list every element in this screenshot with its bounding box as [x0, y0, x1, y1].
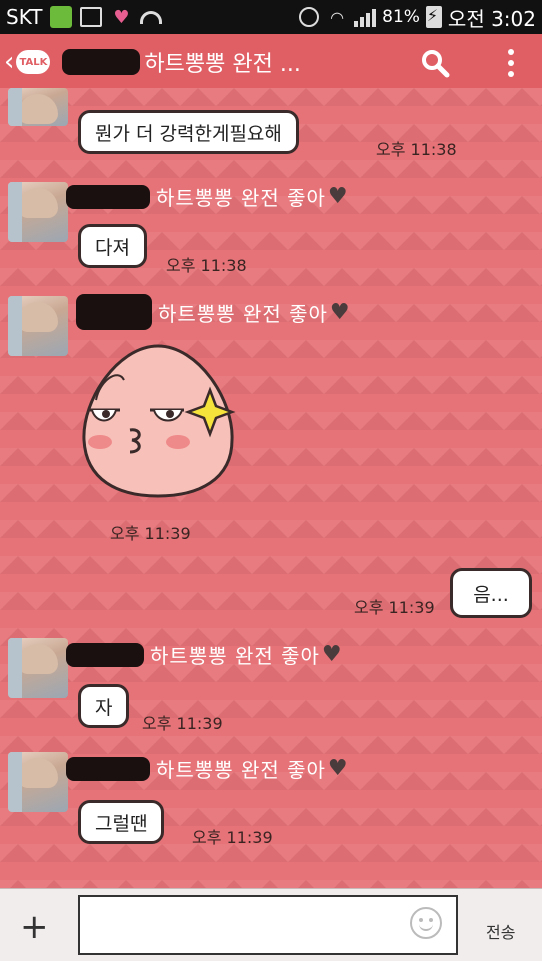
signal-icon — [354, 7, 377, 27]
redacted-name — [66, 642, 144, 667]
message-time: 오후 11:39 — [192, 828, 273, 847]
chat-header: ‹ TALK 하트뽕뽕 완전 ... — [0, 34, 542, 90]
headphone-icon — [140, 6, 163, 28]
wifi-icon: ◠ — [330, 7, 345, 27]
message-text: 자 — [95, 696, 113, 719]
notification-app-icon — [50, 6, 73, 28]
message-time: 오후 11:39 — [110, 524, 191, 543]
heart-icon: ♥ — [321, 642, 343, 667]
chat-title-text: 하트뽕뽕 완전 ... — [144, 52, 301, 77]
plus-icon[interactable]: + — [20, 910, 52, 945]
heart-app-icon: ♥ — [113, 6, 130, 28]
heart-icon: ♥ — [329, 299, 351, 325]
message-text: 그럴땐 — [95, 812, 148, 835]
message-time: 오후 11:39 — [354, 598, 435, 617]
sender-name: 하트뽕뽕 완전 좋아 ♥ — [76, 294, 351, 330]
alarm-icon — [298, 6, 320, 28]
battery-percent: 81% — [382, 7, 420, 27]
input-bar: + 전송 — [0, 888, 542, 961]
avatar[interactable] — [8, 296, 68, 356]
avatar[interactable] — [8, 88, 68, 126]
message-text: 음... — [473, 583, 509, 606]
message-time: 오후 11:39 — [142, 714, 223, 733]
avatar[interactable] — [8, 638, 68, 698]
search-icon[interactable] — [420, 48, 450, 78]
redacted-name — [66, 756, 150, 781]
message-bubble[interactable]: 자 — [78, 684, 130, 728]
avatar[interactable] — [8, 182, 68, 242]
message-time: 오후 11:38 — [376, 140, 457, 159]
battery-icon — [425, 6, 442, 28]
message-bubble[interactable]: 뭔가 더 강력한게필요해 — [78, 110, 299, 154]
message-text: 뭔가 더 강력한게필요해 — [95, 122, 282, 145]
clock-time: 오전 3:02 — [447, 6, 536, 31]
message-bubble[interactable]: 그럴땐 — [78, 800, 165, 844]
message-bubble[interactable]: 음... — [450, 568, 532, 618]
more-options-icon[interactable] — [503, 46, 519, 80]
talk-badge-icon[interactable]: TALK — [16, 50, 51, 74]
message-time: 오후 11:38 — [166, 256, 247, 275]
gallery-icon — [80, 6, 103, 28]
message-bubble[interactable]: 다져 — [78, 224, 147, 268]
send-button[interactable]: 전송 — [486, 919, 515, 943]
peach-emoticon[interactable] — [78, 340, 238, 500]
sender-name: 하트뽕뽕 완전 좋아 ♥ — [66, 754, 349, 783]
redacted-name — [62, 49, 141, 75]
back-chevron-icon[interactable]: ‹ — [4, 47, 14, 77]
redacted-name — [76, 294, 152, 330]
chat-title: 하트뽕뽕 완전 ... — [62, 46, 301, 78]
redacted-name — [66, 184, 150, 209]
message-text: 다져 — [95, 236, 130, 259]
carrier-label: SKT — [6, 5, 43, 29]
message-input[interactable] — [78, 895, 458, 955]
sender-name: 하트뽕뽕 완전 좋아 ♥ — [66, 640, 343, 669]
heart-icon: ♥ — [327, 184, 349, 209]
status-bar: SKT ♥ ◠ 81% 오전 3:02 — [0, 0, 542, 34]
emoticon-smile-icon[interactable] — [410, 907, 442, 939]
avatar[interactable] — [8, 752, 68, 812]
sender-name: 하트뽕뽕 완전 좋아 ♥ — [66, 182, 349, 211]
heart-icon: ♥ — [327, 756, 349, 781]
